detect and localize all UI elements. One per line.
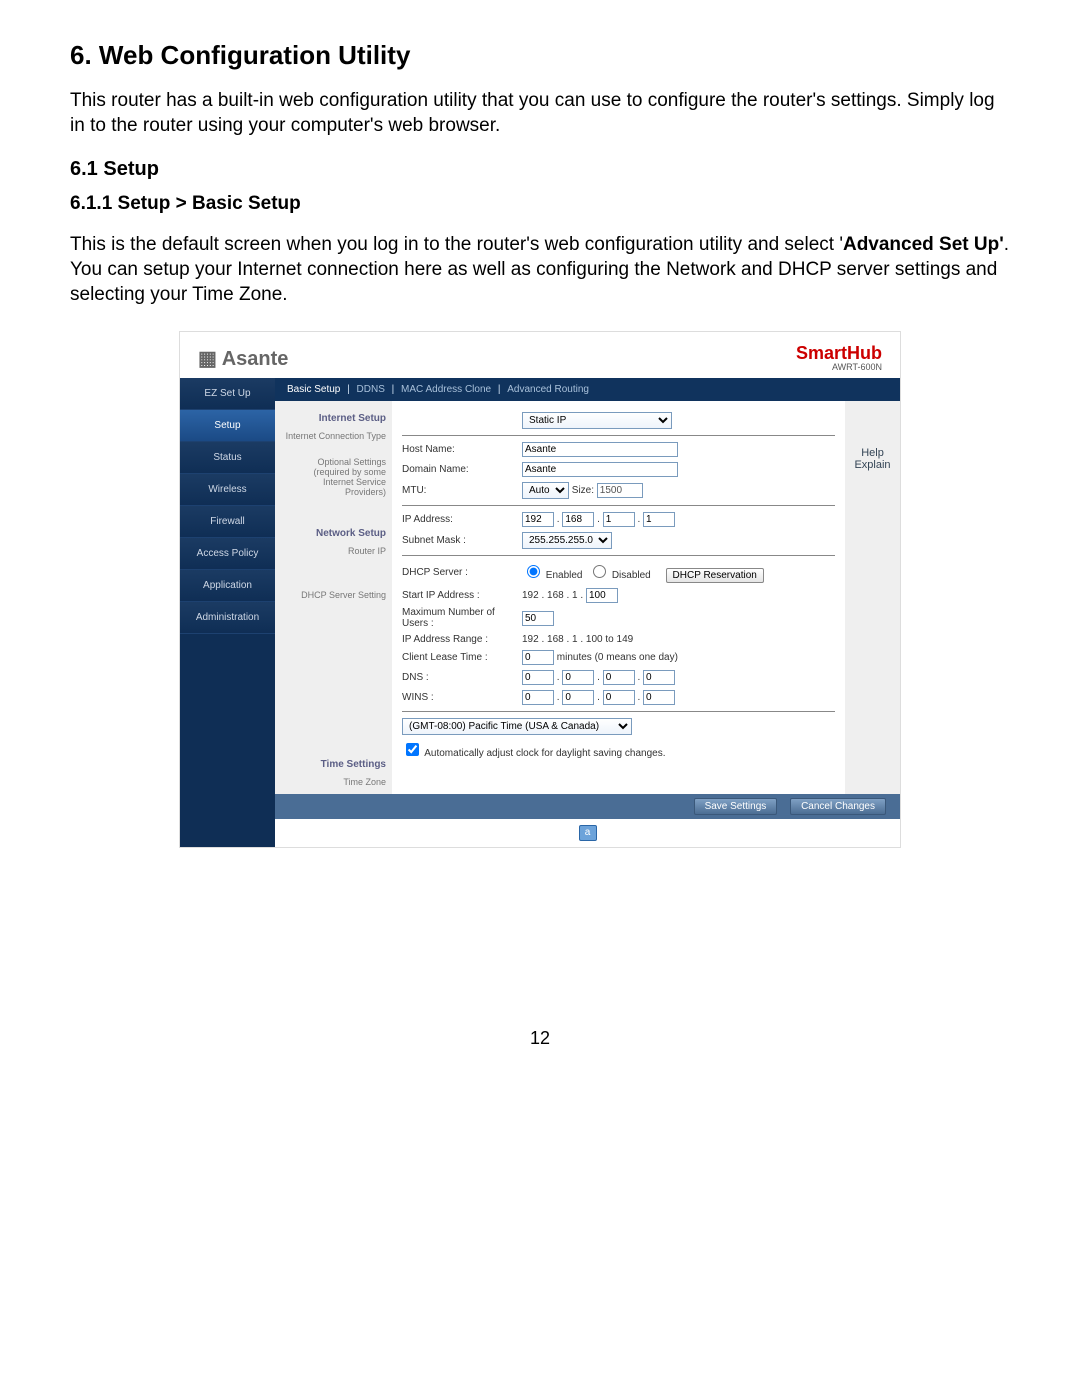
mtu-mode-select[interactable]: Auto bbox=[522, 482, 569, 499]
ip-range-value: 192 . 168 . 1 . 100 to 149 bbox=[522, 634, 835, 645]
heading-6-1-1: 6.1.1 Setup > Basic Setup bbox=[70, 193, 1010, 215]
wins-2[interactable] bbox=[562, 690, 594, 705]
sidebar-nav: EZ Set Up Setup Status Wireless Firewall… bbox=[180, 378, 275, 846]
nav-setup[interactable]: Setup bbox=[180, 410, 275, 442]
nav-administration[interactable]: Administration bbox=[180, 602, 275, 634]
max-users-input[interactable] bbox=[522, 611, 554, 626]
conn-type-select[interactable]: Static IP bbox=[522, 412, 672, 429]
section-network-setup: Network Setup bbox=[281, 528, 386, 539]
host-name-input[interactable] bbox=[522, 442, 678, 457]
label-time-zone: Time Zone bbox=[281, 778, 386, 788]
label-conn-type: Internet Connection Type bbox=[281, 432, 386, 442]
ip-octet-2[interactable] bbox=[562, 512, 594, 527]
router-admin-screenshot: ▦ Asante SmartHub AWRT-600N EZ Set Up Se… bbox=[179, 331, 901, 847]
label-optional: Optional Settings (required by some Inte… bbox=[281, 458, 386, 498]
subnav-basic-setup[interactable]: Basic Setup bbox=[283, 384, 344, 395]
nav-application[interactable]: Application bbox=[180, 570, 275, 602]
subnav: Basic Setup | DDNS | MAC Address Clone |… bbox=[275, 378, 900, 401]
nav-wireless[interactable]: Wireless bbox=[180, 474, 275, 506]
wins-1[interactable] bbox=[522, 690, 554, 705]
nav-access-policy[interactable]: Access Policy bbox=[180, 538, 275, 570]
explain-link[interactable]: Explain bbox=[845, 459, 900, 471]
section-dhcp: DHCP Server Setting bbox=[281, 591, 386, 601]
nav-ez-setup[interactable]: EZ Set Up bbox=[180, 378, 275, 410]
cancel-changes-button[interactable]: Cancel Changes bbox=[790, 798, 886, 815]
dhcp-reservation-button[interactable]: DHCP Reservation bbox=[666, 568, 764, 583]
dhcp-disabled-radio[interactable] bbox=[593, 565, 606, 578]
dns-1[interactable] bbox=[522, 670, 554, 685]
dns-3[interactable] bbox=[603, 670, 635, 685]
dns-4[interactable] bbox=[643, 670, 675, 685]
section-internet-setup: Internet Setup bbox=[281, 413, 386, 424]
footer-logo-icon: a bbox=[579, 825, 597, 841]
help-link[interactable]: Help bbox=[845, 447, 900, 459]
subnav-ddns[interactable]: DDNS bbox=[353, 384, 389, 395]
domain-name-input[interactable] bbox=[522, 462, 678, 477]
wins-4[interactable] bbox=[643, 690, 675, 705]
mtu-size-input bbox=[597, 483, 643, 498]
save-settings-button[interactable]: Save Settings bbox=[694, 798, 778, 815]
ip-octet-3[interactable] bbox=[603, 512, 635, 527]
page-number: 12 bbox=[70, 1028, 1010, 1049]
nav-status[interactable]: Status bbox=[180, 442, 275, 474]
label-router-ip: Router IP bbox=[281, 547, 386, 557]
ip-octet-1[interactable] bbox=[522, 512, 554, 527]
subnav-mac-clone[interactable]: MAC Address Clone bbox=[397, 384, 495, 395]
brand-product: SmartHub AWRT-600N bbox=[796, 344, 882, 372]
basic-setup-paragraph: This is the default screen when you log … bbox=[70, 233, 1010, 307]
subnet-select[interactable]: 255.255.255.0 bbox=[522, 532, 612, 549]
nav-firewall[interactable]: Firewall bbox=[180, 506, 275, 538]
dst-checkbox[interactable] bbox=[406, 743, 419, 756]
dns-2[interactable] bbox=[562, 670, 594, 685]
intro-paragraph: This router has a built-in web configura… bbox=[70, 89, 1010, 138]
wins-3[interactable] bbox=[603, 690, 635, 705]
heading-6: 6. Web Configuration Utility bbox=[70, 40, 1010, 71]
dhcp-enabled-radio[interactable] bbox=[527, 565, 540, 578]
subnav-adv-routing[interactable]: Advanced Routing bbox=[503, 384, 593, 395]
section-time-settings: Time Settings bbox=[281, 759, 386, 770]
time-zone-select[interactable]: (GMT-08:00) Pacific Time (USA & Canada) bbox=[402, 718, 632, 735]
brand-logo: ▦ Asante bbox=[198, 346, 288, 371]
heading-6-1: 6.1 Setup bbox=[70, 158, 1010, 181]
start-ip-last[interactable] bbox=[586, 588, 618, 603]
lease-input[interactable] bbox=[522, 650, 554, 665]
ip-octet-4[interactable] bbox=[643, 512, 675, 527]
